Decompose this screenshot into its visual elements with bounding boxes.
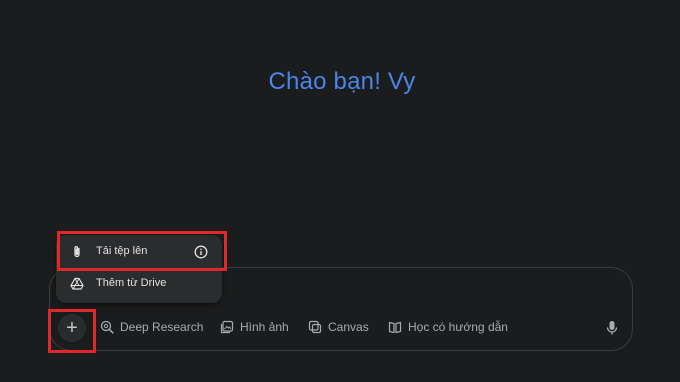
tool-deep-research[interactable]: Deep Research [100,320,203,334]
tool-label: Deep Research [120,320,204,334]
prompt-toolbar: + Deep Research Hình ảnh Canvas Học có h… [0,313,680,343]
gemini-app: Chào bạn! Vy Tải tệp lên Thêm từ Drive +… [0,0,680,382]
microphone-icon[interactable] [605,320,619,341]
tool-image[interactable]: Hình ảnh [220,320,289,334]
menu-item-label: Thêm từ Drive [96,277,167,289]
image-icon [220,320,234,334]
add-button[interactable]: + [58,314,86,342]
menu-item-add-from-drive[interactable]: Thêm từ Drive [56,268,222,300]
tool-label: Hình ảnh [240,320,289,334]
drive-icon [70,277,84,294]
tool-label: Canvas [328,320,369,334]
highlight-upload-file [57,231,227,271]
deep-research-icon [100,320,114,334]
guided-learning-icon [388,321,402,334]
tool-guided-learning[interactable]: Học có hướng dẫn [388,320,508,334]
greeting-title: Chào bạn! Vy [268,68,416,95]
canvas-icon [308,320,322,334]
tool-label: Học có hướng dẫn [408,320,508,334]
tool-canvas[interactable]: Canvas [308,320,369,334]
